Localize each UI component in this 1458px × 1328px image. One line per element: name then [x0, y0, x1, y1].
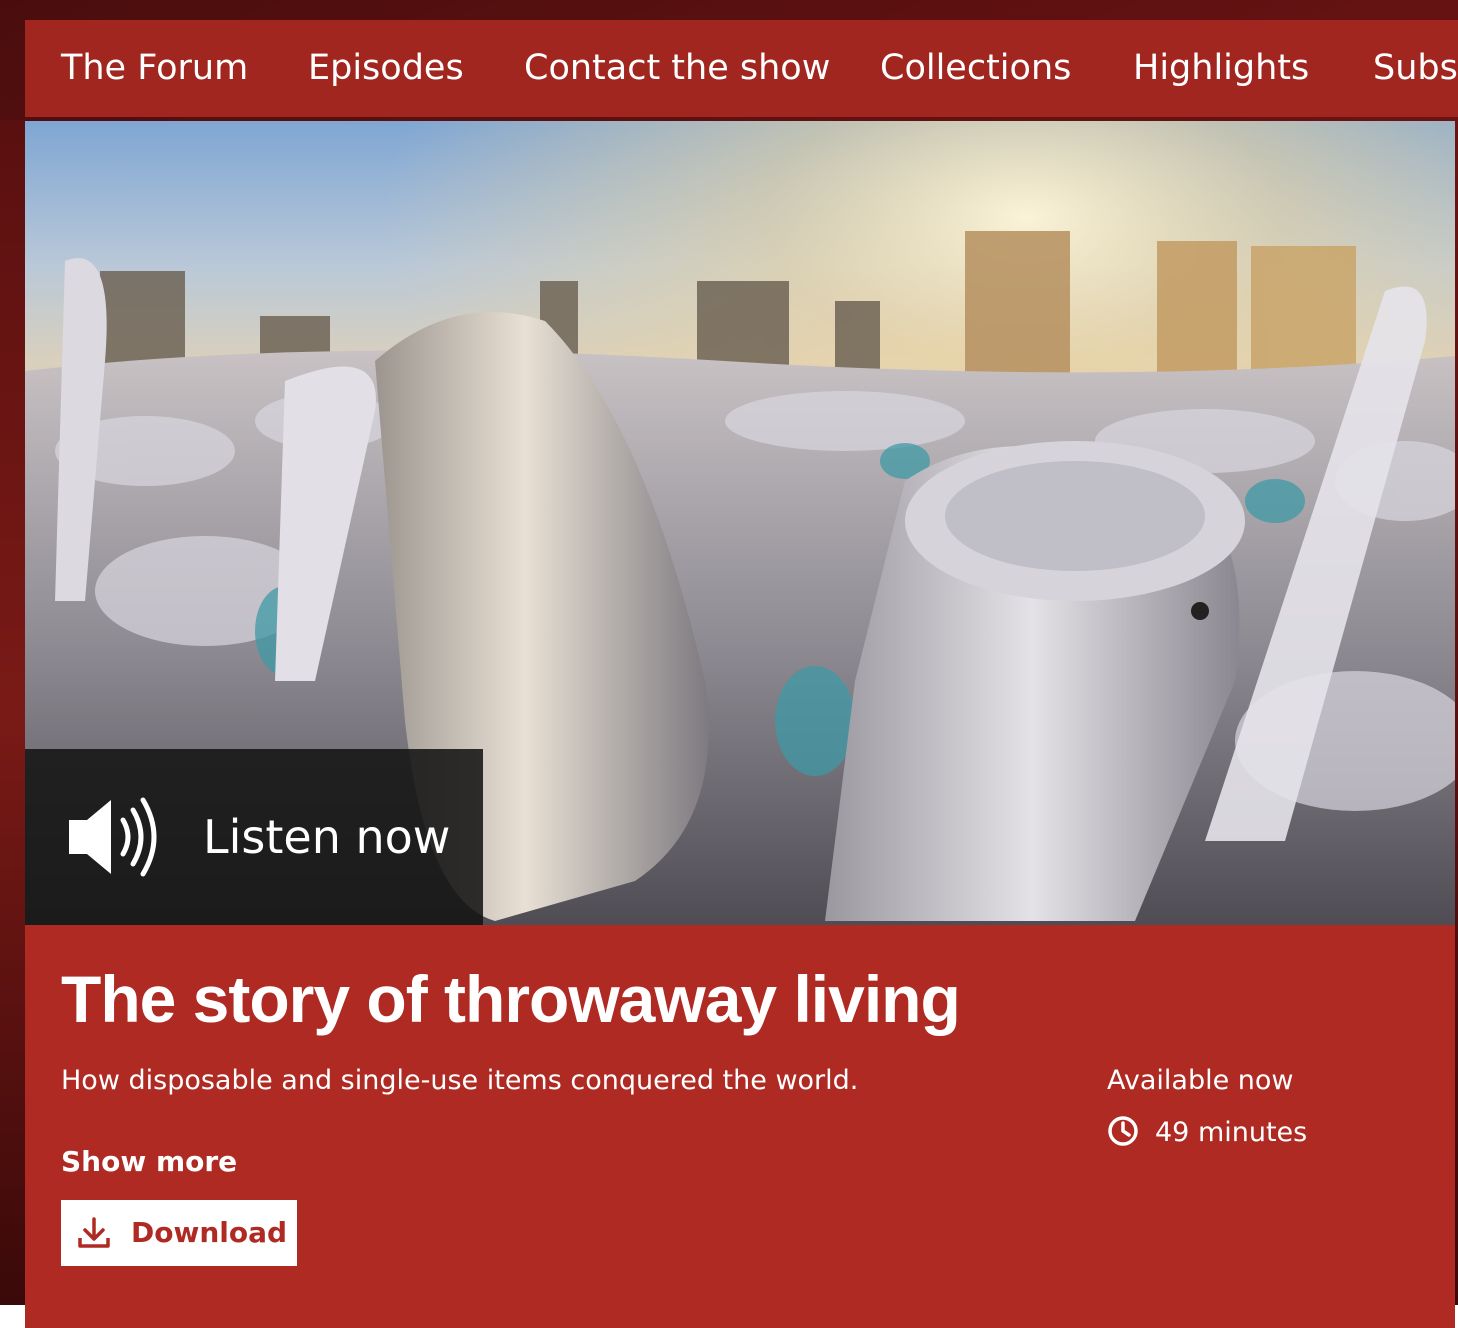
episode-description: How disposable and single-use items conq…: [61, 1065, 859, 1096]
download-icon: [78, 1217, 110, 1248]
programme-nav: The Forum Episodes Contact the show Coll…: [25, 20, 1458, 117]
episode-title: The story of throwaway living: [61, 962, 961, 1036]
download-button[interactable]: Download: [61, 1200, 297, 1266]
nav-item-contact-the-show[interactable]: Contact the show: [524, 20, 830, 117]
nav-item-collections[interactable]: Collections: [880, 20, 1071, 117]
download-label: Download: [131, 1216, 288, 1249]
episode-hero-image: Listen now: [25, 121, 1455, 925]
nav-item-episodes[interactable]: Episodes: [308, 20, 464, 117]
availability-status: Available now: [1107, 1065, 1294, 1096]
nav-item-subscribe[interactable]: Subscribe: [1373, 20, 1458, 117]
clock-icon: [1108, 1116, 1138, 1146]
nav-item-highlights[interactable]: Highlights: [1133, 20, 1309, 117]
episode-duration: 49 minutes: [1155, 1117, 1308, 1148]
listen-now-label: Listen now: [203, 810, 451, 864]
episode-info-panel: The story of throwaway living How dispos…: [25, 925, 1455, 1328]
backdrop-left-strip: [0, 120, 25, 1305]
nav-item-the-forum[interactable]: The Forum: [61, 20, 248, 117]
show-more-link[interactable]: Show more: [61, 1145, 237, 1178]
listen-now-button[interactable]: Listen now: [25, 749, 483, 925]
speaker-icon: [69, 797, 157, 877]
